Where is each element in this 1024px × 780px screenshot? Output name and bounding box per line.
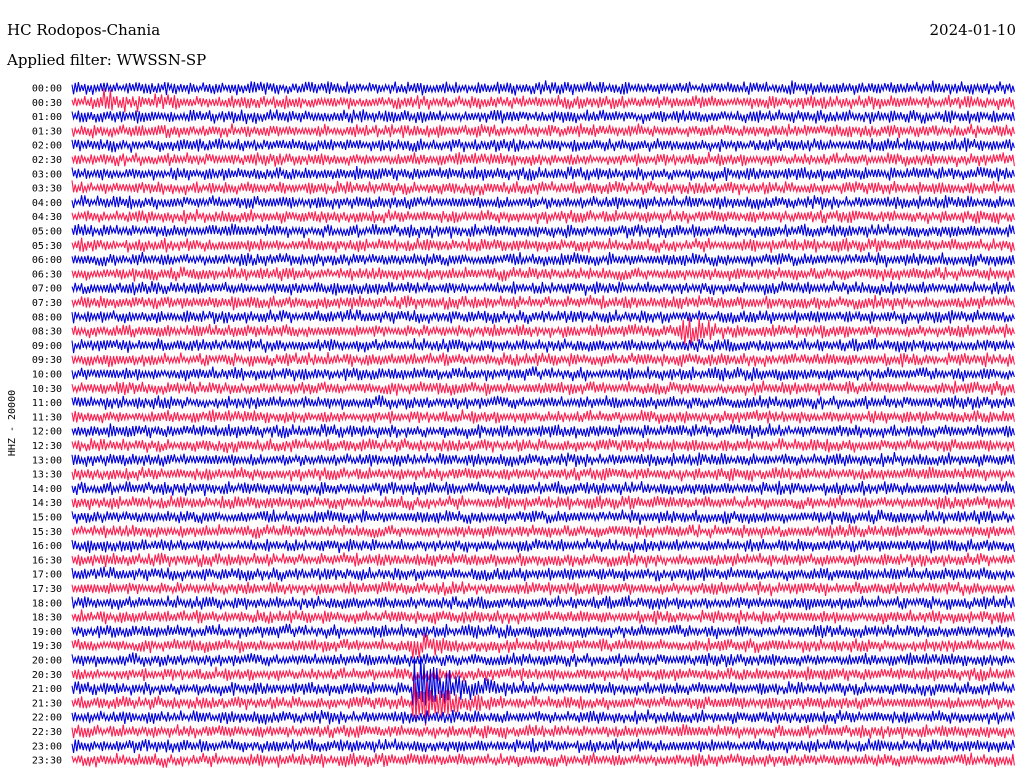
row-label: 20:00 (32, 656, 62, 667)
row-label: 17:00 (32, 570, 62, 581)
row-label: 02:00 (32, 141, 62, 152)
row-label: 18:00 (32, 598, 62, 609)
row-label: 17:30 (32, 584, 62, 595)
trace-row (71, 595, 1015, 611)
trace-row (71, 394, 1015, 410)
row-label: 07:30 (32, 298, 62, 309)
row-label: 19:30 (32, 641, 62, 652)
row-label: 20:30 (32, 670, 62, 681)
trace-row (71, 151, 1015, 167)
helicorder-plot: 00:00 00:30 01:00 01:30 02:00 02:30 03:00 03:30… (7, 80, 1015, 768)
row-label: 23:00 (32, 741, 62, 752)
trace-row (71, 509, 1015, 525)
trace-row (71, 280, 1015, 296)
row-label: 22:30 (32, 727, 62, 738)
row-label: 02:30 (32, 155, 62, 166)
trace-row (71, 724, 1015, 740)
row-label: 05:00 (32, 227, 62, 238)
row-label: 11:30 (32, 412, 62, 423)
trace-row (71, 752, 1015, 768)
row-label: 15:30 (32, 527, 62, 538)
trace-row (71, 738, 1015, 754)
trace-row (71, 309, 1015, 325)
row-label: 03:00 (32, 169, 62, 180)
row-label: 01:30 (32, 126, 62, 137)
trace-row (71, 337, 1015, 354)
trace-row (71, 409, 1015, 425)
row-label: 11:00 (32, 398, 62, 409)
trace-row (71, 180, 1015, 196)
trace-row (71, 294, 1015, 311)
channel-label: HHZ - 20000 (7, 390, 18, 456)
trace-row (71, 251, 1015, 268)
trace-row (71, 423, 1015, 439)
row-label: 14:30 (32, 498, 62, 509)
trace-row (71, 666, 1015, 682)
row-label: 12:30 (32, 441, 62, 452)
row-label: 00:00 (32, 84, 62, 95)
row-label: 08:00 (32, 312, 62, 323)
row-label: 22:00 (32, 713, 62, 724)
trace-row (71, 552, 1015, 568)
trace-row (71, 652, 1015, 668)
row-label: 06:30 (32, 269, 62, 280)
trace-row (71, 380, 1015, 396)
trace-row (71, 237, 1015, 253)
trace-row (71, 524, 1015, 539)
row-label: 06:00 (32, 255, 62, 266)
row-label: 08:30 (32, 327, 62, 338)
row-label-group: 00:00 00:30 01:00 01:30 02:00 02:30 03:00 03:30… (32, 84, 62, 767)
trace-row (71, 452, 1015, 468)
row-label: 21:30 (32, 698, 62, 709)
trace-row (71, 581, 1015, 597)
trace-row (71, 352, 1015, 368)
row-label: 07:00 (32, 284, 62, 295)
trace-row (71, 538, 1015, 554)
trace-row (71, 195, 1015, 210)
row-label: 10:00 (32, 370, 62, 381)
trace-row (71, 623, 1015, 640)
row-label: 04:30 (32, 212, 62, 223)
row-label: 15:00 (32, 513, 62, 524)
row-label: 05:30 (32, 241, 62, 252)
trace-row (71, 495, 1015, 511)
trace-row (71, 633, 1015, 659)
row-label: 00:30 (32, 98, 62, 109)
trace-row (71, 709, 1015, 725)
trace-row (71, 208, 1015, 225)
row-label: 01:00 (32, 112, 62, 123)
trace-row (71, 109, 1015, 125)
trace-row (71, 480, 1015, 497)
row-label: 23:30 (32, 756, 62, 767)
trace-row (71, 366, 1015, 382)
row-label: 10:30 (32, 384, 62, 395)
row-label: 03:30 (32, 184, 62, 195)
row-label: 04:00 (32, 198, 62, 209)
trace-row (71, 266, 1015, 282)
row-label: 13:00 (32, 455, 62, 466)
row-label: 19:00 (32, 627, 62, 638)
trace-row (71, 137, 1015, 153)
trace-row (71, 80, 1015, 96)
trace-row (71, 123, 1015, 139)
row-label: 16:30 (32, 555, 62, 566)
row-label: 18:30 (32, 613, 62, 624)
row-label: 12:00 (32, 427, 62, 438)
trace-row (71, 166, 1015, 182)
trace-row (71, 438, 1015, 454)
row-label: 09:30 (32, 355, 62, 366)
row-label: 16:00 (32, 541, 62, 552)
trace-row (71, 223, 1015, 239)
row-label: 13:30 (32, 470, 62, 481)
row-label: 14:00 (32, 484, 62, 495)
trace-row (71, 466, 1015, 482)
trace-row (71, 566, 1015, 582)
trace-group (71, 80, 1015, 768)
trace-row (71, 317, 1015, 346)
row-label: 09:00 (32, 341, 62, 352)
row-label: 21:00 (32, 684, 62, 695)
trace-row (71, 609, 1015, 625)
